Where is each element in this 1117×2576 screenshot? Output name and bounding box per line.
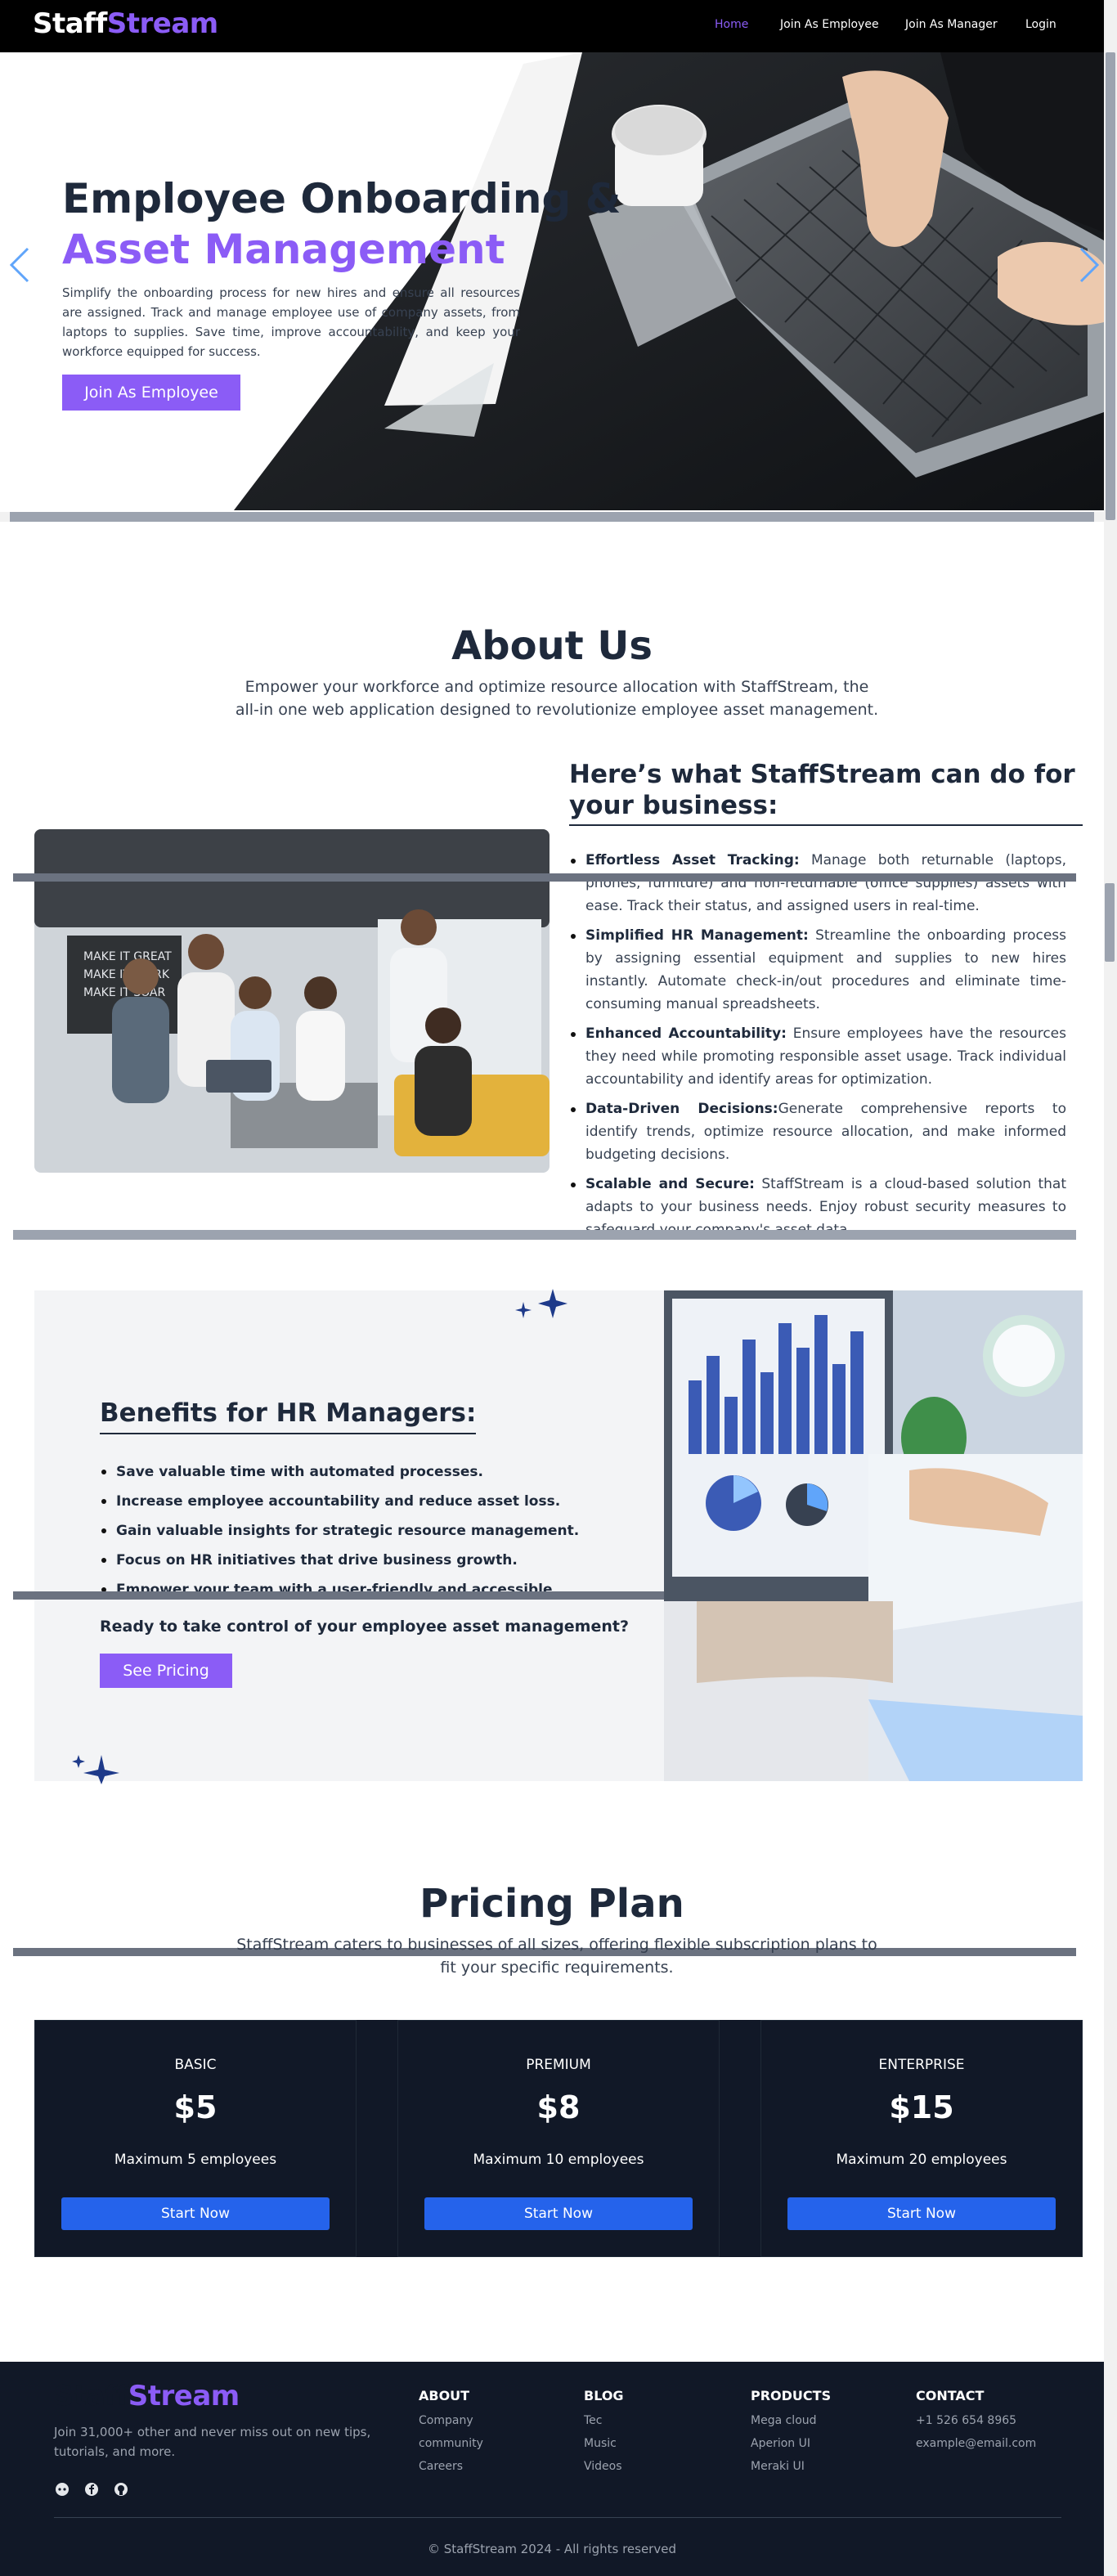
hero-title: Employee Onboarding & Asset Management [62,173,621,275]
plan-name: BASIC [174,2057,217,2073]
nav-home-link[interactable]: Home [715,18,748,31]
footer-link[interactable]: Meraki UI [751,2460,805,2473]
footer-link[interactable]: Videos [584,2460,622,2473]
benefit-item: Save valuable time with automated proces… [100,1457,623,1487]
footer-link[interactable]: Aperion UI [751,2437,810,2450]
features-title: Here’s what StaffStream can do for your … [569,759,1083,826]
benefits-list-container: Save valuable time with automated proces… [100,1457,623,1598]
features-list: Effortless Asset Tracking: Manage both r… [569,849,1066,1233]
benefit-item: Increase employee accountability and red… [100,1487,623,1516]
nav-join-manager-link[interactable]: Join As Manager [905,18,998,31]
hero-image [234,52,1104,510]
footer-col-contact-title: CONTACT [916,2388,985,2403]
footer-col-products-title: PRODUCTS [751,2388,832,2403]
hero-join-employee-button[interactable]: Join As Employee [62,375,240,411]
footer-link[interactable]: Company [419,2414,473,2427]
features-scrollbar-upper[interactable] [13,873,1076,882]
section-scrollbar-thumb[interactable] [1105,883,1115,962]
logo-part2: Stream [106,7,218,40]
footer-link[interactable]: Tec [584,2414,602,2427]
plan-card-enterprise: ENTERPRISE $15 Maximum 20 employees Star… [760,2020,1083,2257]
plan-price: $5 [173,2089,218,2125]
plan-max: Maximum 10 employees [473,2152,644,2168]
sparkle-icon [515,1289,567,1318]
see-pricing-button[interactable]: See Pricing [100,1654,232,1688]
feature-item: Enhanced Accountability: Ensure employee… [569,1022,1066,1091]
plan-name: PREMIUM [526,2057,591,2073]
plan-max: Maximum 5 employees [114,2152,277,2168]
feature-item: Effortless Asset Tracking: Manage both r… [569,849,1066,918]
feature-item: Data-Driven Decisions:Generate comprehen… [569,1097,1066,1166]
footer-logo-part2: Stream [128,2380,240,2412]
footer-logo[interactable]: StaffStream [54,2380,240,2412]
benefit-item: Gain valuable insights for strategic res… [100,1516,623,1546]
plan-card-basic: BASIC $5 Maximum 5 employees Start Now [34,2020,357,2257]
feature-item: Scalable and Secure: StaffStream is a cl… [569,1173,1066,1233]
hero-description: Simplify the onboarding process for new … [62,285,520,359]
footer-link[interactable]: Music [584,2437,617,2450]
footer-link[interactable]: Careers [419,2460,463,2473]
hero-carousel: Employee Onboarding & Asset Management S… [0,52,1104,510]
footer-link[interactable]: Mega cloud [751,2414,817,2427]
feature-item: Simplified HR Management: Streamline the… [569,924,1066,1016]
hero-title-line1: Employee Onboarding & [62,175,621,222]
hero-title-line2: Asset Management [62,226,505,273]
footer: StaffStream Join 31,000+ other and never… [0,2362,1104,2576]
pricing-subtitle: StaffStream caters to businesses of all … [236,1936,877,1977]
svg-text:MAKE IT GREAT: MAKE IT GREAT [83,950,172,963]
about-subtitle: Empower your workforce and optimize reso… [235,678,879,719]
footer-copyright: © StaffStream 2024 - All rights reserved [428,2542,676,2556]
plan-max: Maximum 20 employees [836,2152,1007,2168]
footer-phone[interactable]: +1 526 654 8965 [916,2414,1016,2427]
sparkle-icon [72,1755,119,1784]
logo-part1: Staff [33,7,107,40]
start-now-button[interactable]: Start Now [61,2197,330,2230]
start-now-button[interactable]: Start Now [787,2197,1056,2230]
footer-link[interactable]: community [419,2437,483,2450]
hero-scrollbar-thumb[interactable] [10,512,1094,522]
facebook-icon[interactable] [83,2481,100,2497]
nav-login-link[interactable]: Login [1025,18,1056,31]
carousel-prev-arrow-icon[interactable] [7,245,31,285]
carousel-next-arrow-icon[interactable] [1078,245,1102,285]
plan-name: ENTERPRISE [878,2057,965,2073]
footer-divider [54,2517,1061,2518]
footer-col-blog-title: BLOG [584,2388,624,2403]
start-now-button[interactable]: Start Now [424,2197,693,2230]
navbar: StaffStream Home Join As Employee Join A… [0,0,1104,52]
about-title: About Us [451,623,653,669]
page-scrollbar[interactable] [1104,0,1117,2576]
plan-card-premium: PREMIUM $8 Maximum 10 employees Start No… [397,2020,720,2257]
benefits-list: Save valuable time with automated proces… [100,1457,623,1598]
benefit-item: Focus on HR initiatives that drive busin… [100,1546,623,1575]
nav-join-employee-link[interactable]: Join As Employee [780,18,879,31]
page-scrollbar-thumb[interactable] [1106,52,1115,520]
pricing-title: Pricing Plan [419,1881,684,1927]
laptop-analytics-image [664,1290,1083,1781]
logo[interactable]: StaffStream [33,7,218,40]
github-icon[interactable] [113,2481,129,2497]
about-scrollbar-thumb[interactable] [13,1230,1076,1240]
plan-price: $8 [536,2089,581,2125]
plan-price: $15 [889,2089,954,2125]
footer-col-about-title: ABOUT [419,2388,470,2403]
benefits-cta-text: Ready to take control of your employee a… [100,1618,629,1636]
features-list-container: Effortless Asset Tracking: Manage both r… [569,849,1066,1233]
footer-tagline: Join 31,000+ other and never miss out on… [54,2425,371,2459]
footer-logo-part1: Staff [54,2380,128,2412]
footer-email[interactable]: example@email.com [916,2437,1036,2450]
benefits-title: Benefits for HR Managers: [100,1398,477,1434]
reddit-icon[interactable] [54,2481,70,2497]
